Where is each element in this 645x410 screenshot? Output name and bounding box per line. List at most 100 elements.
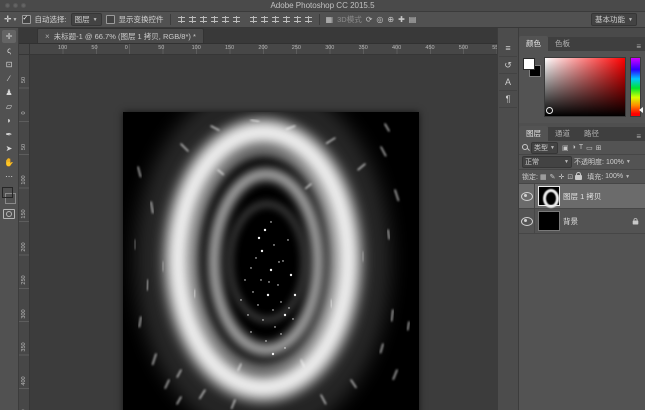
tab-channels[interactable]: 通道 xyxy=(548,126,577,141)
align-top-edges-icon[interactable] xyxy=(210,15,219,24)
chevron-down-icon: ▼ xyxy=(93,17,98,23)
foreground-color-swatch[interactable] xyxy=(2,187,13,198)
visibility-toggle[interactable] xyxy=(519,209,535,233)
fill-label: 填充: xyxy=(587,172,603,182)
ruler-label: 400 xyxy=(392,45,401,51)
layer-filter-row: 类型▼ ▣◑T▭⊞ xyxy=(519,141,645,155)
visibility-toggle[interactable] xyxy=(519,184,535,208)
distribute-left-edges-icon[interactable] xyxy=(282,15,291,24)
tab-swatches[interactable]: 色板 xyxy=(548,36,577,51)
align-right-edges-icon[interactable] xyxy=(199,15,208,24)
auto-select-target-dropdown[interactable]: 图层▼ xyxy=(71,13,102,26)
distribute-top-edges-icon[interactable] xyxy=(249,15,258,24)
distribute-vertical-centers-icon[interactable] xyxy=(260,15,269,24)
lock-position-icon[interactable]: ✛ xyxy=(558,173,564,181)
layer-thumbnail[interactable] xyxy=(538,186,560,206)
chevron-down-icon: ▼ xyxy=(550,145,555,151)
opacity-value[interactable]: 100% xyxy=(606,159,624,166)
distribute-horizontal-centers-icon[interactable] xyxy=(293,15,302,24)
hand-tool[interactable]: ✋ xyxy=(2,156,16,169)
eraser-tool[interactable]: ▱ xyxy=(2,100,16,113)
filter-pixel-layers-icon[interactable]: ▣ xyxy=(562,144,569,152)
show-transform-checkbox[interactable] xyxy=(106,15,115,24)
birdseye-view-icon[interactable]: ◎ xyxy=(376,15,383,24)
filter-smart-objects-icon[interactable]: ⊞ xyxy=(596,144,602,152)
ruler-label: 100 xyxy=(58,45,67,51)
edit-toolbar-button[interactable]: ⋯ xyxy=(2,170,16,183)
tab-paths[interactable]: 路径 xyxy=(577,126,606,141)
blend-mode-dropdown[interactable]: 正常▼ xyxy=(522,156,572,168)
search-icon xyxy=(522,144,529,151)
lock-pixels-icon[interactable]: ✎ xyxy=(550,173,556,181)
move-tool[interactable]: ✛ xyxy=(2,30,16,43)
ruler-label: 0 xyxy=(125,45,128,51)
layer-filter-dropdown[interactable]: 类型▼ xyxy=(531,142,558,154)
hue-slider-marker[interactable] xyxy=(639,107,643,113)
pen-tool[interactable]: ✒ xyxy=(2,128,16,141)
document-area: × 未标题-1 @ 66.7% (图层 1 拷贝, RGB/8*) * 100 5… xyxy=(19,28,497,410)
auto-align-icon[interactable]: ▦ xyxy=(326,15,334,24)
tab-layers[interactable]: 图层 xyxy=(519,126,548,141)
crop-tool[interactable]: ⊡ xyxy=(2,58,16,71)
document-tab[interactable]: × 未标题-1 @ 66.7% (图层 1 拷贝, RGB/8*) * xyxy=(37,28,204,43)
filter-type-layers-icon[interactable]: T xyxy=(579,144,583,152)
ruler-label: 350 xyxy=(359,45,368,51)
pasteboard[interactable] xyxy=(30,55,497,410)
distribute-bottom-edges-icon[interactable] xyxy=(271,15,280,24)
layer-name[interactable]: 图层 1 拷贝 xyxy=(563,191,601,202)
foreground-color-swatch[interactable] xyxy=(523,58,535,70)
align-left-edges-icon[interactable] xyxy=(177,15,186,24)
adjustments-panel-icon[interactable]: ≡ xyxy=(499,40,517,57)
align-bottom-edges-icon[interactable] xyxy=(232,15,241,24)
ruler-label: 50 xyxy=(158,45,164,51)
align-vertical-centers-icon[interactable] xyxy=(221,15,230,24)
filter-adjustment-layers-icon[interactable]: ◑ xyxy=(572,144,576,152)
panel-menu-icon[interactable]: ≡ xyxy=(636,42,641,51)
move-tool-preset[interactable]: ✛▼ xyxy=(4,14,18,25)
lock-artboard-icon[interactable]: ⊡ xyxy=(567,173,573,181)
layer-name[interactable]: 背景 xyxy=(563,216,578,227)
smudge-tool[interactable]: ◗ xyxy=(2,114,16,127)
zoom-view-icon[interactable]: ⊕ xyxy=(387,15,394,24)
horizontal-ruler[interactable]: 10050050100150200250300350400450500550 xyxy=(30,44,497,54)
quick-mask-button[interactable] xyxy=(3,209,15,219)
lock-all-icon[interactable] xyxy=(575,175,582,180)
minimize-window-button[interactable] xyxy=(13,3,18,8)
document-canvas[interactable] xyxy=(123,112,419,410)
paragraph-panel-icon[interactable]: ¶ xyxy=(499,91,517,108)
canvas-body: 50050100150200250300350400450 xyxy=(19,55,497,410)
clone-stamp-tool[interactable]: ♟ xyxy=(2,86,16,99)
close-window-button[interactable] xyxy=(5,3,10,8)
fill-value[interactable]: 100% xyxy=(605,173,623,180)
lock-transparency-icon[interactable]: ▦ xyxy=(540,173,547,181)
layer-row-1[interactable]: 图层 1 拷贝 xyxy=(519,184,645,209)
rotate-view-icon[interactable]: ⟳ xyxy=(366,15,373,24)
zoom-window-button[interactable] xyxy=(21,3,26,8)
spot-healing-brush-tool[interactable]: ∕ xyxy=(2,72,16,85)
align-horizontal-centers-icon[interactable] xyxy=(188,15,197,24)
ruler-label: 450 xyxy=(425,45,434,51)
background-lock-icon xyxy=(633,220,639,224)
character-panel-icon[interactable]: A xyxy=(499,74,517,91)
right-panels: 颜色 色板 ≡ 图层 通道 路径 xyxy=(519,28,645,410)
tab-color[interactable]: 颜色 xyxy=(519,36,548,51)
lasso-tool[interactable]: ς xyxy=(2,44,16,57)
pan-view-icon[interactable]: ✚ xyxy=(398,15,405,24)
layer-row-background[interactable]: 背景 xyxy=(519,209,645,234)
ruler-corner[interactable] xyxy=(19,44,30,54)
history-panel-icon[interactable]: ↺ xyxy=(499,57,517,74)
chevron-down-icon: ▼ xyxy=(13,17,18,23)
layer-thumbnail[interactable] xyxy=(538,211,560,231)
workspace-switcher[interactable]: 基本功能▼ xyxy=(591,13,637,26)
close-tab-icon[interactable]: × xyxy=(45,32,50,41)
path-selection-tool[interactable]: ➤ xyxy=(2,142,16,155)
saturation-brightness-field[interactable] xyxy=(544,57,626,117)
screen-mode-icon[interactable]: ▤ xyxy=(409,15,417,24)
color-picker-marker[interactable] xyxy=(546,107,553,114)
filter-shape-layers-icon[interactable]: ▭ xyxy=(586,144,593,152)
distribute-right-edges-icon[interactable] xyxy=(304,15,313,24)
panel-menu-icon[interactable]: ≡ xyxy=(636,132,641,141)
vertical-ruler[interactable]: 50050100150200250300350400450 xyxy=(19,55,30,410)
auto-select-checkbox[interactable] xyxy=(22,15,31,24)
main-area: ✛ς⊡∕♟▱◗✒➤✋⋯ × 未标题-1 @ 66.7% (图层 1 拷贝, RG… xyxy=(0,28,645,410)
